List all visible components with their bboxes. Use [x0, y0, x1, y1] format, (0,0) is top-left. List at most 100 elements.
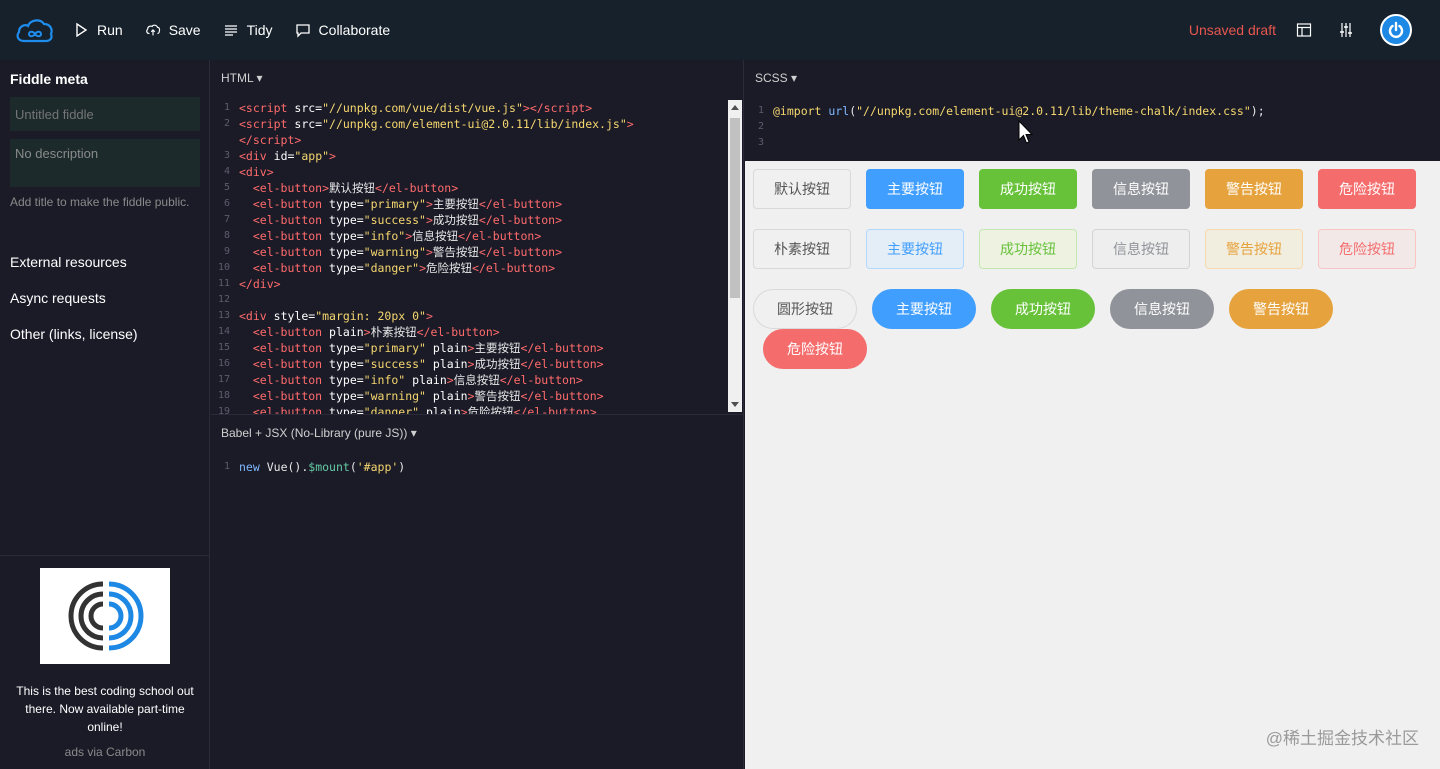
- code-text: <el-button plain>朴素按钮</el-button>: [252, 325, 500, 339]
- jsfiddle-logo-icon[interactable]: [15, 15, 55, 45]
- tidy-label: Tidy: [246, 22, 273, 38]
- line-number: 6: [223, 198, 230, 209]
- code-text: <el-button type="info">信息按钮</el-button>: [252, 229, 542, 243]
- code-line[interactable]: 18 <el-button type="warning" plain>警告按钮<…: [211, 388, 726, 404]
- html-editor-scrollbar[interactable]: [728, 100, 742, 412]
- sidebar-item-external-resources[interactable]: External resources: [10, 244, 209, 280]
- save-button[interactable]: Save: [145, 22, 201, 38]
- element-button[interactable]: 警告按钮: [1205, 169, 1303, 209]
- code-line[interactable]: 14 <el-button plain>朴素按钮</el-button>: [211, 324, 726, 340]
- play-icon: [76, 22, 88, 38]
- element-button[interactable]: 危险按钮: [1318, 169, 1416, 209]
- code-line[interactable]: 3: [745, 135, 1435, 151]
- sidebar-item-other-links-license[interactable]: Other (links, license): [10, 316, 209, 352]
- html-code-editor[interactable]: 1 <script src="//unpkg.com/vue/dist/vue.j…: [211, 100, 726, 414]
- code-line[interactable]: 13 <div style="margin: 20px 0">: [211, 308, 726, 324]
- js-code-editor[interactable]: 1 new Vue().$mount('#app'): [211, 459, 741, 475]
- code-line[interactable]: 17 <el-button type="info" plain>信息按钮</el…: [211, 372, 726, 388]
- run-button[interactable]: Run: [73, 22, 123, 38]
- collaborate-label: Collaborate: [318, 22, 391, 38]
- ad-logo-icon: [68, 581, 144, 651]
- fiddle-title-input[interactable]: [10, 97, 200, 131]
- code-line[interactable]: 1 <script src="//unpkg.com/vue/dist/vue.j…: [211, 100, 726, 116]
- element-button[interactable]: 危险按钮: [1318, 229, 1416, 269]
- code-line[interactable]: 9 <el-button type="warning">警告按钮</el-but…: [211, 244, 726, 260]
- js-pane-title[interactable]: Babel + JSX (No-Library (pure JS)) ▾: [211, 415, 743, 451]
- line-number: 1: [223, 461, 230, 472]
- scss-pane-title[interactable]: SCSS ▾: [745, 60, 1440, 96]
- line-number: [211, 132, 239, 148]
- settings-sliders-icon[interactable]: [1338, 22, 1354, 38]
- default-button-row: 默认按钮 主要按钮 成功按钮 信息按钮 警告按钮 危险按钮: [753, 169, 1431, 209]
- round-button-row: 圆形按钮 主要按钮 成功按钮 信息按钮 警告按钮: [753, 289, 1348, 329]
- element-button[interactable]: 朴素按钮: [753, 229, 851, 269]
- scroll-down-arrow-icon[interactable]: [731, 402, 739, 407]
- code-line[interactable]: 19 <el-button type="danger" plain>危险按钮</…: [211, 404, 726, 414]
- code-line[interactable]: 8 <el-button type="info">信息按钮</el-button…: [211, 228, 726, 244]
- scss-code-editor[interactable]: 1 @import url("//unpkg.com/element-ui@2.0…: [745, 103, 1435, 151]
- line-number: 3: [223, 150, 230, 161]
- code-line[interactable]: </script>: [211, 132, 726, 148]
- element-button[interactable]: 警告按钮: [1229, 289, 1333, 329]
- line-number: 2: [757, 121, 764, 132]
- scroll-thumb[interactable]: [730, 118, 740, 298]
- code-text: <el-button type="info" plain>信息按钮</el-bu…: [252, 373, 583, 387]
- element-button[interactable]: 成功按钮: [979, 169, 1077, 209]
- user-avatar[interactable]: [1380, 14, 1412, 46]
- fiddle-description-input[interactable]: No description: [10, 139, 200, 187]
- element-button[interactable]: 成功按钮: [991, 289, 1095, 329]
- code-line[interactable]: 3 <div id="app">: [211, 148, 726, 164]
- element-button[interactable]: 默认按钮: [753, 169, 851, 209]
- element-button[interactable]: 危险按钮: [763, 329, 867, 369]
- code-line[interactable]: 1 @import url("//unpkg.com/element-ui@2.0…: [745, 103, 1435, 119]
- tidy-button[interactable]: Tidy: [223, 22, 273, 38]
- element-button[interactable]: 圆形按钮: [753, 289, 857, 329]
- html-editor-pane: HTML ▾ 1 <script src="//unpkg.com/vue/dis…: [211, 60, 744, 414]
- element-button[interactable]: 信息按钮: [1092, 169, 1190, 209]
- code-line[interactable]: 11 </div>: [211, 276, 726, 292]
- code-text: <el-button type="success">成功按钮</el-butto…: [252, 213, 563, 227]
- code-text: </script>: [239, 133, 302, 147]
- sidebar: Fiddle meta No description Add title to …: [0, 60, 210, 769]
- ad-text[interactable]: This is the best coding school out there…: [10, 682, 200, 736]
- element-button[interactable]: 主要按钮: [866, 169, 964, 209]
- code-line[interactable]: 2: [745, 119, 1435, 135]
- element-button[interactable]: 信息按钮: [1092, 229, 1190, 269]
- element-button[interactable]: 信息按钮: [1110, 289, 1214, 329]
- code-line[interactable]: 5 <el-button>默认按钮</el-button>: [211, 180, 726, 196]
- code-line[interactable]: 12: [211, 292, 726, 308]
- line-number: 1: [223, 102, 230, 113]
- line-number: 15: [217, 342, 230, 353]
- html-pane-title[interactable]: HTML ▾: [211, 60, 743, 96]
- round-button-row-2: 危险按钮: [763, 329, 882, 369]
- layout-icon[interactable]: [1296, 22, 1312, 38]
- code-line[interactable]: 10 <el-button type="danger">危险按钮</el-but…: [211, 260, 726, 276]
- code-line[interactable]: 2 <script src="//unpkg.com/element-ui@2.0…: [211, 116, 726, 132]
- code-line[interactable]: 16 <el-button type="success" plain>成功按钮<…: [211, 356, 726, 372]
- save-label: Save: [168, 22, 201, 38]
- top-bar: Run Save Tidy Collaborate Unsaved draft: [0, 0, 1440, 60]
- align-lines-icon: [224, 25, 237, 36]
- scroll-up-arrow-icon[interactable]: [731, 105, 739, 110]
- code-text: @import url("//unpkg.com/element-ui@2.0.…: [773, 104, 1265, 118]
- sidebar-item-async-requests[interactable]: Async requests: [10, 280, 209, 316]
- scss-editor-pane: SCSS ▾ 1 @import url("//unpkg.com/element…: [745, 60, 1440, 161]
- collaborate-button[interactable]: Collaborate: [295, 22, 391, 38]
- code-line[interactable]: 1 new Vue().$mount('#app'): [211, 459, 741, 475]
- ad-via-carbon[interactable]: ads via Carbon: [0, 745, 210, 759]
- chat-bubble-icon: [295, 24, 310, 38]
- element-button[interactable]: 主要按钮: [866, 229, 964, 269]
- line-number: 3: [757, 137, 764, 148]
- code-line[interactable]: 4 <div>: [211, 164, 726, 180]
- cloud-upload-icon: [145, 24, 160, 36]
- code-line[interactable]: 6 <el-button type="primary">主要按钮</el-but…: [211, 196, 726, 212]
- code-line[interactable]: 7 <el-button type="success">成功按钮</el-but…: [211, 212, 726, 228]
- element-button[interactable]: 警告按钮: [1205, 229, 1303, 269]
- line-number: 13: [217, 310, 230, 321]
- code-text: <script src="//unpkg.com/element-ui@2.0.…: [239, 117, 634, 131]
- element-button[interactable]: 成功按钮: [979, 229, 1077, 269]
- element-button[interactable]: 主要按钮: [872, 289, 976, 329]
- code-line[interactable]: 15 <el-button type="primary" plain>主要按钮<…: [211, 340, 726, 356]
- code-text: <div id="app">: [239, 149, 336, 163]
- ad-image[interactable]: [40, 568, 170, 664]
